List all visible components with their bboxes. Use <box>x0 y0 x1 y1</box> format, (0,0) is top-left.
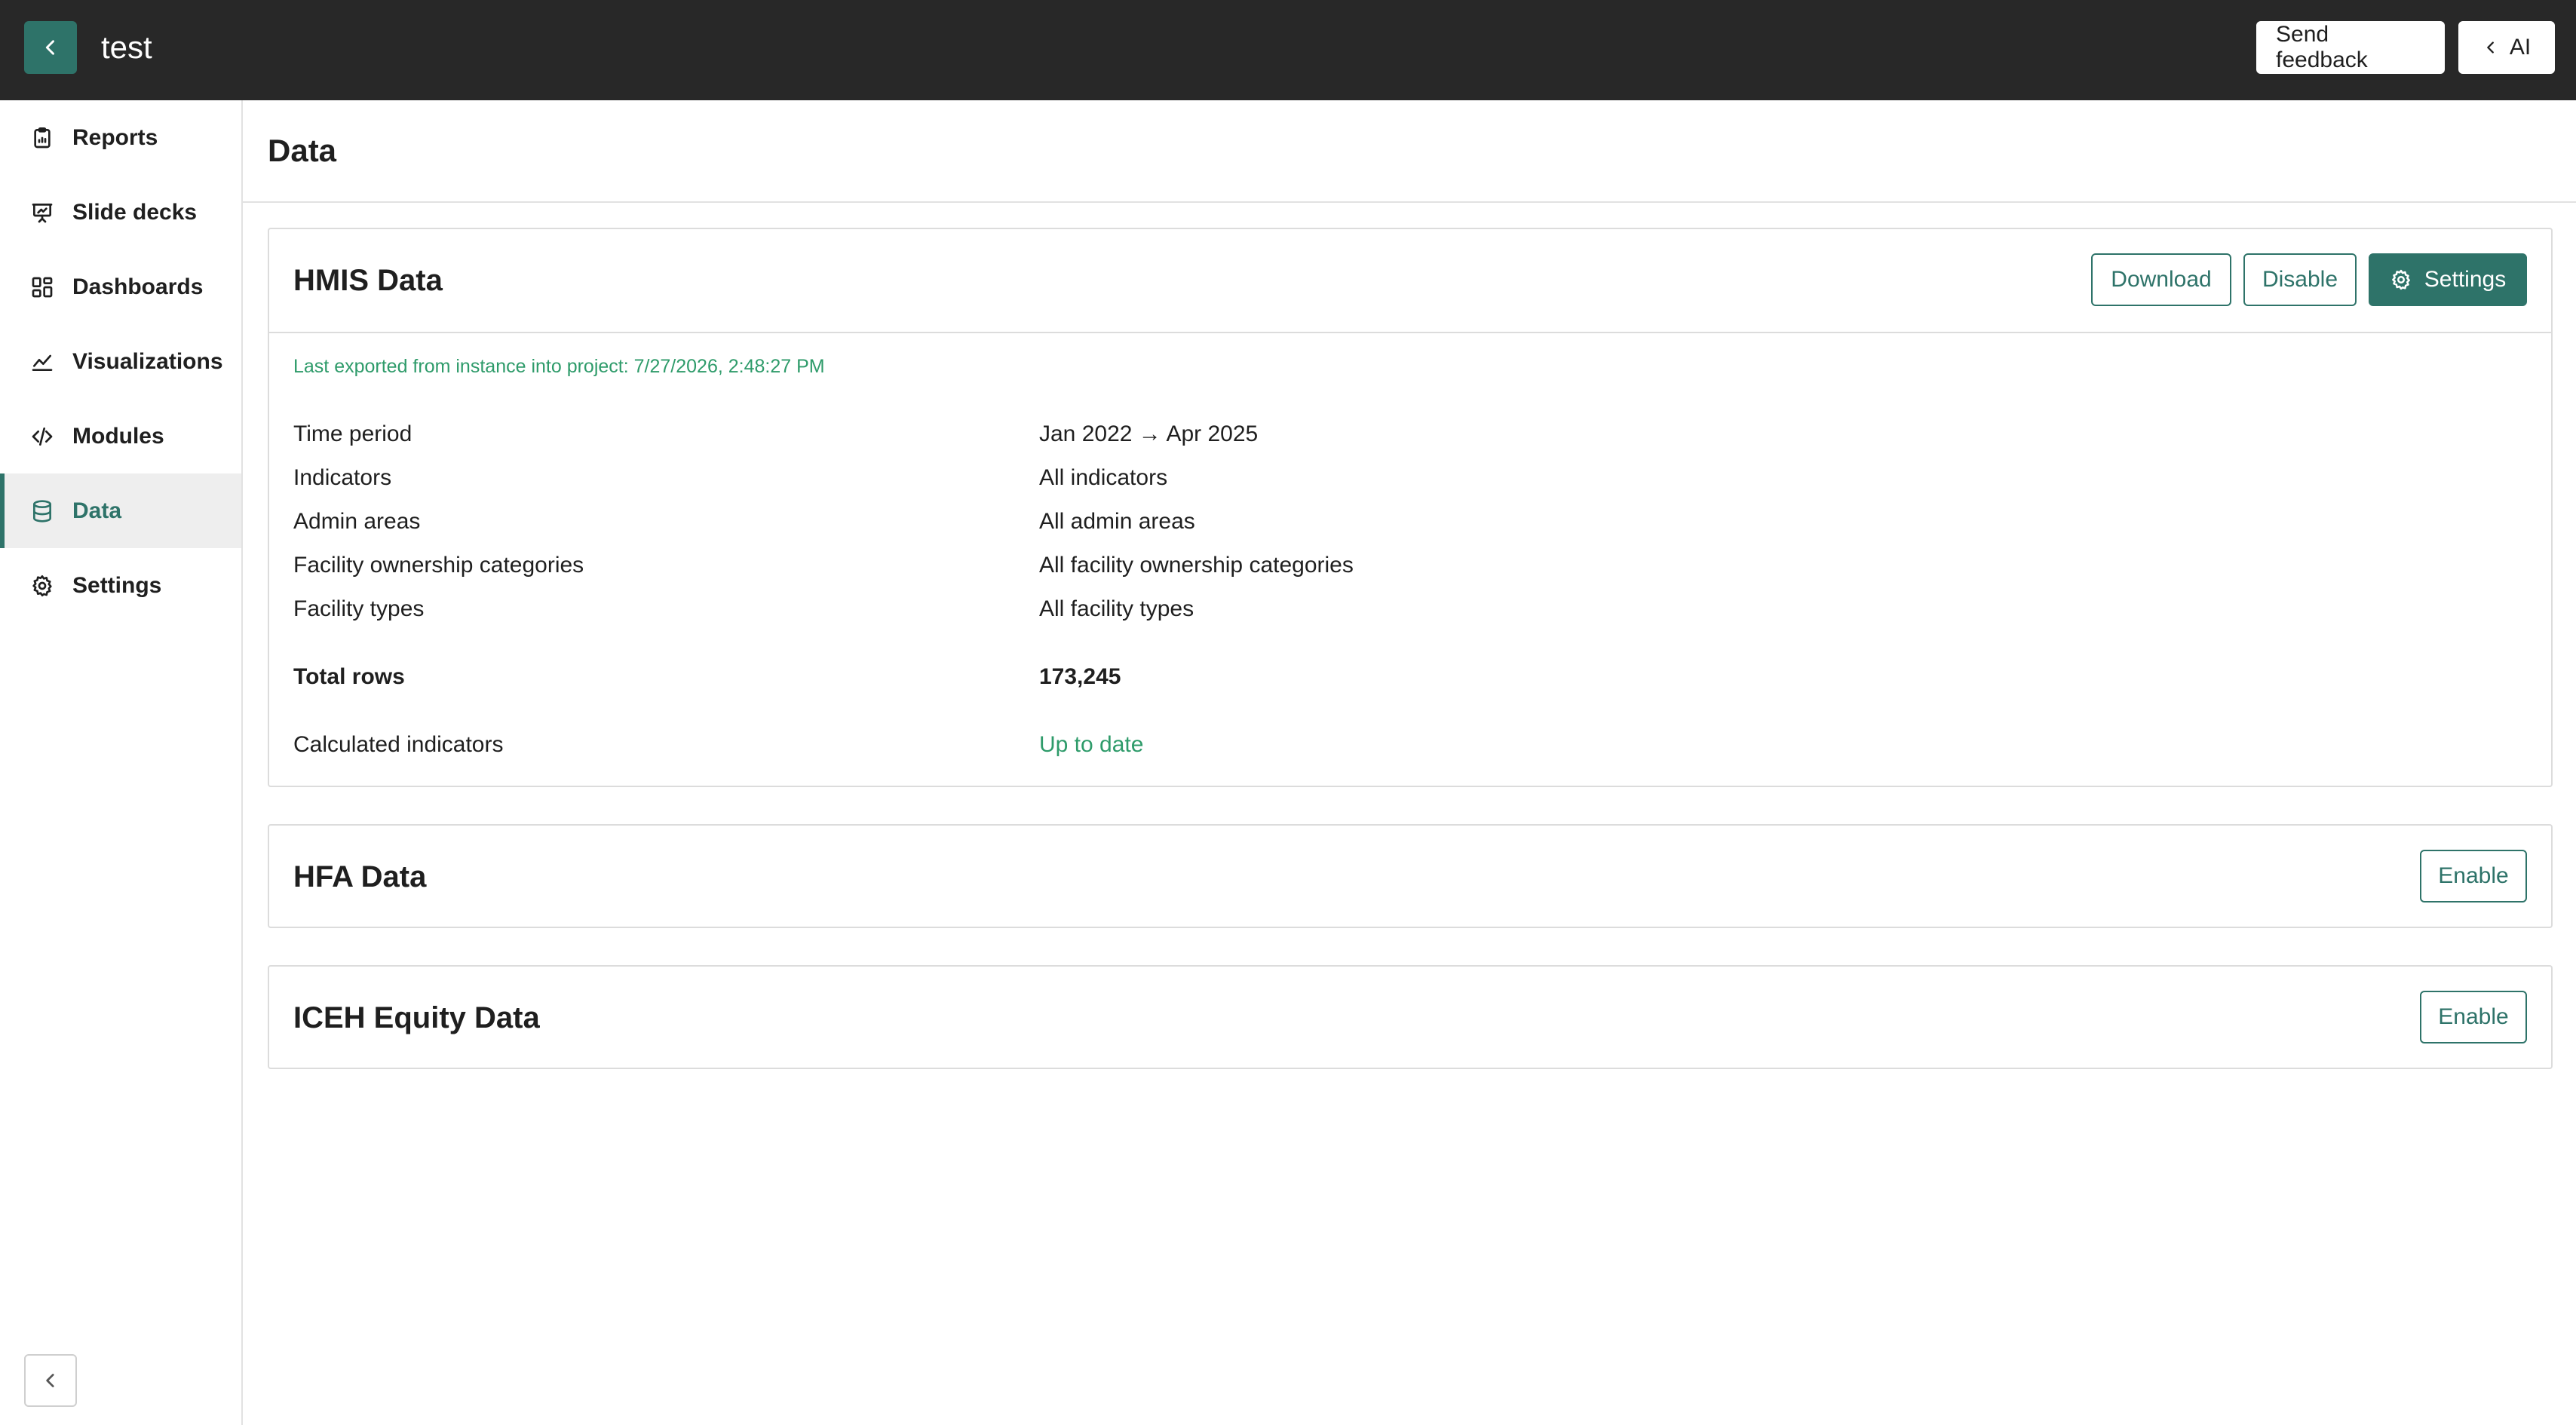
settings-label: Settings <box>2424 267 2507 292</box>
detail-key: Indicators <box>293 465 392 490</box>
enable-label: Enable <box>2438 1004 2509 1029</box>
ai-panel-button[interactable]: AI <box>2458 21 2555 74</box>
main-content: Data HMIS Data Download Disable Settings… <box>243 100 2576 1425</box>
detail-key: Time period <box>293 421 412 446</box>
card-title: HFA Data <box>293 860 427 893</box>
hmis-data-card: HMIS Data Download Disable Settings Last… <box>268 228 2553 787</box>
ai-label: AI <box>2509 35 2532 60</box>
total-rows-label: Total rows <box>293 664 405 689</box>
sidebar-item-label: Settings <box>72 572 162 598</box>
hfa-data-card: HFA Data Enable <box>268 824 2553 928</box>
calculated-indicators-label: Calculated indicators <box>293 732 504 757</box>
detail-value: All admin areas <box>1039 509 1195 534</box>
enable-button[interactable]: Enable <box>2420 991 2527 1043</box>
hmis-details: Last exported from instance into project… <box>269 332 2551 786</box>
database-icon <box>33 499 51 522</box>
presentation-icon <box>32 203 53 222</box>
disable-label: Disable <box>2262 267 2338 292</box>
chevron-left-icon <box>45 40 54 55</box>
detail-value: All facility types <box>1039 596 1194 621</box>
send-feedback-label: Send feedback <box>2276 22 2368 72</box>
sidebar-item-dashboards[interactable]: Dashboards <box>0 250 241 324</box>
sidebar-item-label: Visualizations <box>72 348 223 374</box>
collapse-sidebar-button[interactable] <box>24 1354 77 1407</box>
sidebar-item-data[interactable]: Data <box>0 473 241 548</box>
enable-label: Enable <box>2438 863 2509 888</box>
detail-key: Admin areas <box>293 509 421 534</box>
clipboard-icon <box>34 127 51 148</box>
enable-button[interactable]: Enable <box>2420 850 2527 902</box>
detail-value: All indicators <box>1039 465 1168 490</box>
sidebar-item-label: Modules <box>72 423 164 449</box>
detail-value: Jan 2022 → Apr 2025 <box>1039 421 1259 446</box>
sidebar-item-label: Data <box>72 498 122 523</box>
last-export-note: Last exported from instance into project… <box>293 356 825 377</box>
total-rows-value: 173,245 <box>1039 664 1121 689</box>
sidebar: Reports Slide decks Dashboards Visualiza… <box>0 100 243 1425</box>
detail-key: Facility types <box>293 596 425 621</box>
iceh-equity-data-card: ICEH Equity Data Enable <box>268 965 2553 1069</box>
disable-button[interactable]: Disable <box>2243 253 2357 306</box>
chevron-left-icon <box>2487 41 2494 54</box>
detail-key: Facility ownership categories <box>293 553 584 578</box>
sidebar-item-label: Slide decks <box>72 199 198 225</box>
calculated-indicators-status: Up to date <box>1039 732 1144 757</box>
download-button[interactable]: Download <box>2091 253 2231 306</box>
sidebar-item-settings[interactable]: Settings <box>0 548 241 623</box>
settings-button[interactable]: Settings <box>2369 253 2527 306</box>
page-title: Data <box>268 133 337 168</box>
send-feedback-button[interactable]: Send feedback <box>2256 21 2445 74</box>
card-title: HMIS Data <box>293 264 443 297</box>
top-bar: test Send feedback AI <box>0 0 2576 100</box>
sidebar-item-slide-decks[interactable]: Slide decks <box>0 175 241 250</box>
chevron-left-icon <box>46 1374 54 1387</box>
sidebar-item-visualizations[interactable]: Visualizations <box>0 324 241 399</box>
detail-value: All facility ownership categories <box>1039 553 1354 578</box>
sidebar-item-label: Dashboards <box>72 274 204 299</box>
sidebar-item-label: Reports <box>72 124 158 150</box>
sidebar-item-reports[interactable]: Reports <box>0 100 241 175</box>
gear-icon <box>2391 269 2410 290</box>
page-header: Data <box>243 100 2576 203</box>
code-icon <box>32 427 53 446</box>
back-button[interactable] <box>24 21 77 74</box>
line-chart-icon <box>32 354 53 371</box>
gear-icon <box>32 575 52 596</box>
download-label: Download <box>2111 267 2212 292</box>
project-title: test <box>101 29 152 65</box>
grid-icon <box>32 277 53 297</box>
card-title: ICEH Equity Data <box>293 1001 540 1034</box>
sidebar-item-modules[interactable]: Modules <box>0 399 241 473</box>
